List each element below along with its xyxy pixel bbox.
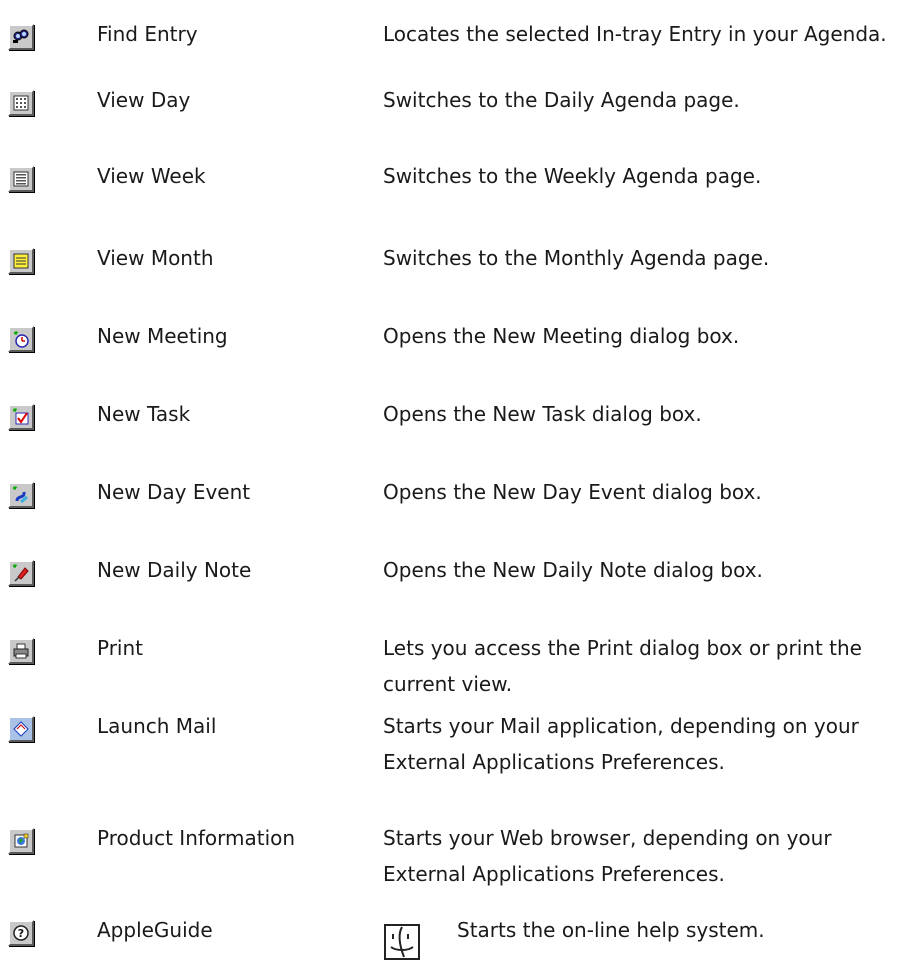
find-entry-icon (8, 24, 34, 50)
view-day-icon (8, 90, 34, 116)
description-line: Starts your Web browser, depending on yo… (383, 826, 832, 850)
button-name: New Task (97, 402, 191, 426)
description-line: Starts your Mail application, depending … (383, 714, 859, 738)
view-week-icon (8, 166, 34, 192)
button-name: View Week (97, 164, 206, 188)
print-icon (8, 638, 34, 664)
button-name: AppleGuide (97, 918, 213, 942)
new-meeting-icon (8, 326, 34, 352)
view-month-icon (8, 248, 34, 274)
button-description: Starts your Web browser, depending on yo… (383, 820, 908, 892)
description-line: Opens the New Meeting dialog box. (383, 324, 740, 348)
button-description: Opens the New Day Event dialog box. (383, 474, 908, 510)
button-description: Starts the on-line help system. (457, 912, 912, 948)
product-information-icon (8, 828, 34, 854)
description-line: External Applications Preferences. (383, 862, 725, 886)
description-line: Opens the New Day Event dialog box. (383, 480, 762, 504)
button-description: Locates the selected In-tray Entry in yo… (383, 16, 908, 52)
button-description: Opens the New Task dialog box. (383, 396, 908, 432)
description-line: Switches to the Daily Agenda page. (383, 88, 740, 112)
button-description: Opens the New Daily Note dialog box. (383, 552, 908, 588)
description-line: current view. (383, 672, 513, 696)
new-daily-note-icon (8, 560, 34, 586)
button-name: View Day (97, 88, 191, 112)
button-name: Print (97, 636, 144, 660)
button-description: Starts your Mail application, depending … (383, 708, 908, 780)
svg-text:?: ? (18, 927, 24, 940)
button-name: Find Entry (97, 22, 198, 46)
mac-finder-icon (384, 924, 420, 960)
button-name: View Month (97, 246, 214, 270)
description-line: Switches to the Weekly Agenda page. (383, 164, 762, 188)
description-line: Opens the New Task dialog box. (383, 402, 702, 426)
description-line: Switches to the Monthly Agenda page. (383, 246, 770, 270)
button-description: Switches to the Daily Agenda page. (383, 82, 908, 118)
button-name: New Day Event (97, 480, 251, 504)
button-description: Switches to the Monthly Agenda page. (383, 240, 908, 276)
button-name: Product Information (97, 826, 296, 850)
new-day-event-icon (8, 482, 34, 508)
button-name: Launch Mail (97, 714, 217, 738)
button-description: Opens the New Meeting dialog box. (383, 318, 908, 354)
description-line: Lets you access the Print dialog box or … (383, 636, 862, 660)
button-name: New Daily Note (97, 558, 252, 582)
appleguide-icon: ? (8, 920, 34, 946)
description-line: External Applications Preferences. (383, 750, 725, 774)
button-name: New Meeting (97, 324, 228, 348)
button-description: Switches to the Weekly Agenda page. (383, 158, 908, 194)
toolbar-button-reference: Find Entry Locates the selected In-tray … (0, 0, 912, 974)
description-line: Opens the New Daily Note dialog box. (383, 558, 763, 582)
description-line: Starts the on-line help system. (457, 918, 765, 942)
new-task-icon (8, 404, 34, 430)
launch-mail-icon (8, 716, 34, 742)
button-description: Lets you access the Print dialog box or … (383, 630, 908, 702)
description-line: Locates the selected In-tray Entry in yo… (383, 22, 887, 46)
